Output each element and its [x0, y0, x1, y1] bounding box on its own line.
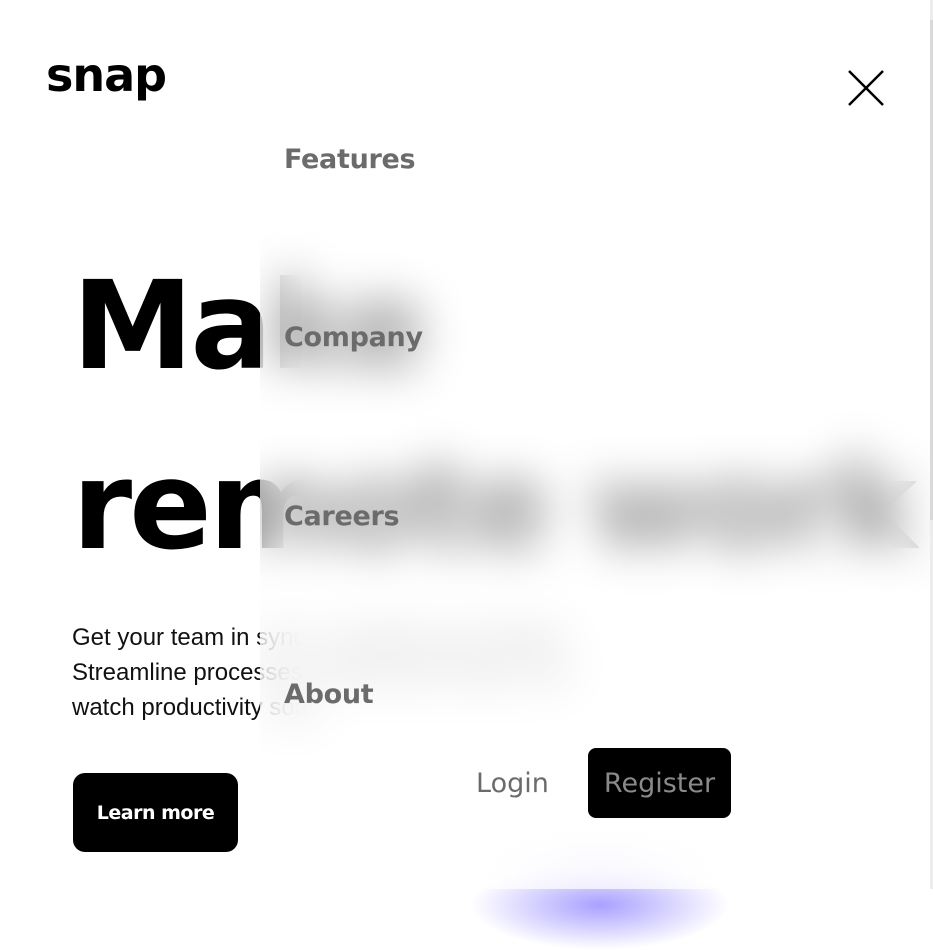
- menu-item-features[interactable]: Features: [284, 146, 416, 173]
- menu-item-company[interactable]: Company: [284, 324, 423, 351]
- logo[interactable]: snap: [46, 52, 167, 98]
- register-button[interactable]: Register: [588, 748, 731, 818]
- menu-item-careers[interactable]: Careers: [284, 503, 400, 530]
- learn-more-button[interactable]: Learn more: [73, 773, 238, 852]
- close-icon[interactable]: [846, 68, 886, 108]
- menu-item-about[interactable]: About: [284, 681, 374, 708]
- login-button[interactable]: Login: [476, 768, 549, 799]
